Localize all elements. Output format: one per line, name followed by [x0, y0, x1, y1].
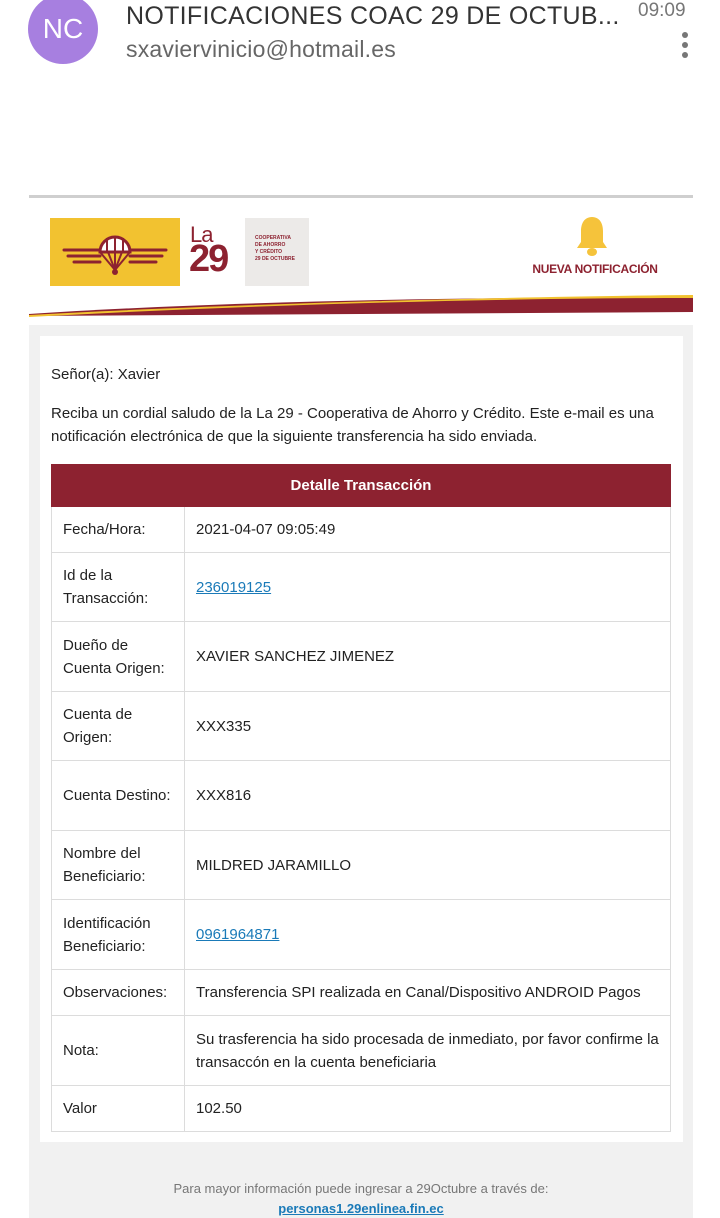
row-value: 0961964871	[185, 900, 670, 969]
email-body: La 29 COOPERATIVA DE AHORRO Y CRÉDITO 29…	[29, 195, 693, 1218]
row-label: Cuenta Destino:	[52, 761, 185, 830]
bell-icon	[574, 215, 610, 259]
footer-link[interactable]: personas1.29enlinea.fin.ec	[29, 1201, 693, 1216]
table-row: Dueño de Cuenta Origen: XAVIER SANCHEZ J…	[51, 622, 671, 692]
table-row: Nombre del Beneficiario: MILDRED JARAMIL…	[51, 831, 671, 900]
table-row: Cuenta Destino: XXX816	[51, 761, 671, 831]
intro-paragraph: Reciba un cordial saludo de la La 29 - C…	[51, 405, 654, 445]
mail-header: NC NOTIFICACIONES COAC 29 DE OCTUB... sx…	[0, 0, 720, 80]
table-row: Id de la Transacción: 236019125	[51, 553, 671, 622]
table-row: Observaciones: Transferencia SPI realiza…	[51, 970, 671, 1016]
row-value: 102.50	[196, 1100, 242, 1117]
row-value: Transferencia SPI realizada en Canal/Dis…	[196, 984, 641, 1001]
table-header: Detalle Transacción	[51, 464, 671, 507]
greeting: Señor(a): Xavier	[51, 366, 161, 383]
table-row: Fecha/Hora: 2021-04-07 09:05:49	[51, 507, 671, 553]
new-notification-label: NUEVA NOTIFICACIÓN	[532, 262, 658, 276]
row-label: Observaciones:	[52, 970, 185, 1015]
beneficiary-id-link[interactable]: 0961964871	[196, 923, 279, 946]
table-row: Nota: Su trasferencia ha sido procesada …	[51, 1016, 671, 1086]
logo-29-text: 29	[189, 238, 229, 280]
sender-avatar[interactable]: NC	[28, 0, 98, 64]
coop-line-2: DE AHORRO	[255, 242, 286, 248]
row-value: 2021-04-07 09:05:49	[196, 521, 336, 538]
row-label: Id de la Transacción:	[52, 553, 185, 621]
row-value: Su trasferencia ha sido procesada de inm…	[196, 1030, 659, 1071]
row-value: 236019125	[185, 553, 670, 621]
notification-content: Señor(a): Xavier Reciba un cordial salud…	[40, 336, 683, 1142]
email-banner: La 29 COOPERATIVA DE AHORRO Y CRÉDITO 29…	[29, 198, 693, 318]
row-label: Nombre del Beneficiario:	[52, 831, 185, 899]
coop-line-4: 29 DE OCTUBRE	[255, 256, 296, 262]
row-label: Fecha/Hora:	[52, 507, 185, 552]
table-row: Valor 102.50	[51, 1086, 671, 1132]
parachute-wings-icon	[62, 235, 168, 275]
row-label: Identificación Beneficiario:	[52, 900, 185, 969]
transaction-table: Detalle Transacción Fecha/Hora: 2021-04-…	[51, 464, 671, 1132]
parachute-logo	[50, 218, 180, 286]
row-label: Cuenta de Origen:	[52, 692, 185, 760]
coop-line-1: COOPERATIVA	[255, 235, 291, 241]
mail-subject: NOTIFICACIONES COAC 29 DE OCTUB...	[126, 2, 620, 30]
mail-time: 09:09	[638, 0, 686, 21]
table-row: Identificación Beneficiario: 0961964871	[51, 900, 671, 970]
cooperative-name-box: COOPERATIVA DE AHORRO Y CRÉDITO 29 DE OC…	[245, 218, 309, 286]
table-row: Cuenta de Origen: XXX335	[51, 692, 671, 761]
row-label: Valor	[52, 1086, 185, 1131]
row-value: XXX335	[196, 717, 252, 735]
row-value: MILDRED JARAMILLO	[196, 856, 352, 874]
footer-text: Para mayor información puede ingresar a …	[173, 1181, 549, 1196]
coop-line-3: Y CRÉDITO	[255, 249, 283, 255]
row-value: XAVIER SANCHEZ JIMENEZ	[196, 648, 395, 665]
sender-email[interactable]: sxaviervinicio@hotmail.es	[126, 36, 396, 63]
transaction-id-link[interactable]: 236019125	[196, 576, 271, 599]
more-options-icon[interactable]	[678, 32, 692, 62]
la29-logo: La 29	[189, 222, 239, 282]
row-label: Nota:	[52, 1016, 185, 1085]
row-value: XXX816	[196, 787, 252, 804]
row-label: Dueño de Cuenta Origen:	[52, 622, 185, 691]
banner-swoosh	[29, 295, 693, 317]
